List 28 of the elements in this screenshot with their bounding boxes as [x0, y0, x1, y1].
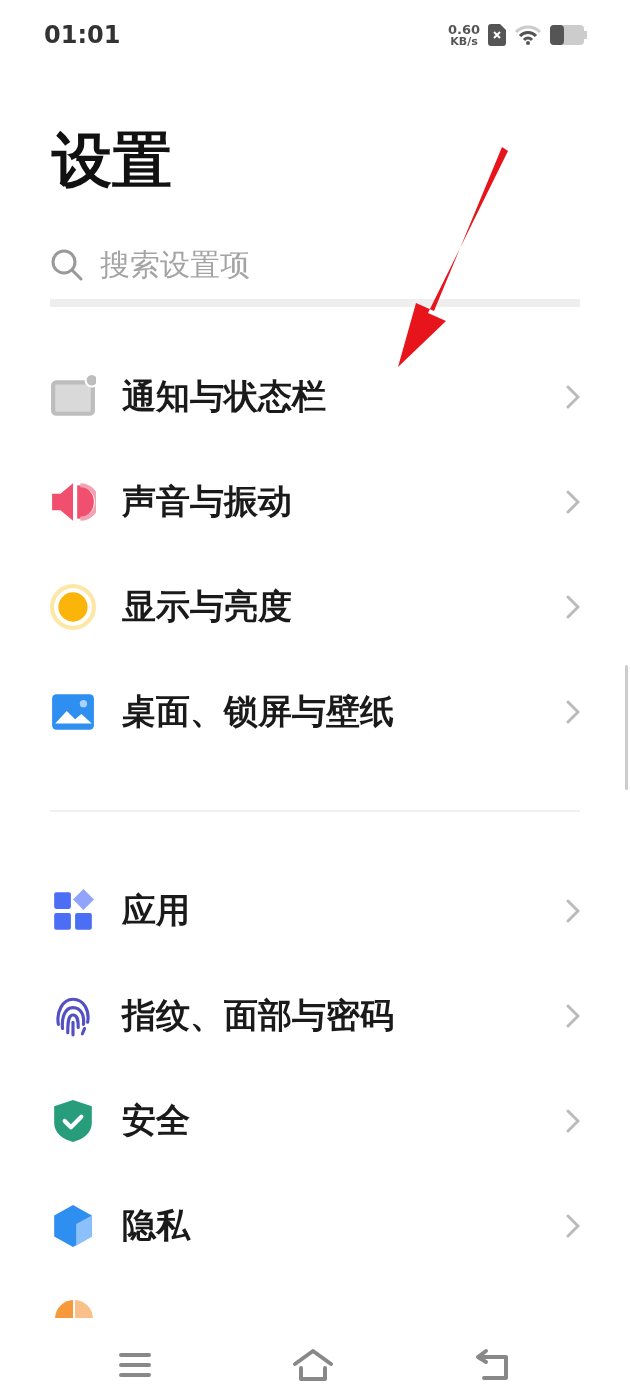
chevron-icon — [566, 898, 580, 923]
settings-item[interactable]: 隐私 — [50, 1173, 580, 1278]
settings-item[interactable]: 显示与亮度 — [50, 554, 580, 659]
wifi-icon — [514, 25, 542, 45]
settings-item[interactable]: 声音与振动 — [50, 449, 580, 554]
search-field[interactable]: 搜索设置项 — [100, 242, 400, 287]
battery-icon — [550, 25, 588, 45]
storage-icon — [54, 1300, 94, 1318]
home-icon[interactable] — [292, 1348, 334, 1382]
chevron-icon — [566, 1213, 580, 1238]
menu-icon[interactable] — [118, 1351, 152, 1379]
settings-item[interactable]: 桌面、锁屏与壁纸 — [50, 659, 580, 764]
page-title: 设置 — [52, 130, 173, 190]
search-icon — [50, 247, 84, 282]
chevron-icon — [566, 489, 580, 514]
chevron-icon — [566, 699, 580, 724]
settings-item[interactable]: 应用 — [50, 858, 580, 963]
settings-item[interactable]: 指纹、面部与密码 — [50, 963, 580, 1068]
settings-item[interactable]: 安全 — [50, 1068, 580, 1173]
status-time: 01:01 — [44, 20, 121, 51]
chevron-icon — [566, 594, 580, 619]
chevron-icon — [566, 1003, 580, 1028]
settings-item[interactable]: 通知与状态栏 — [50, 344, 580, 449]
brightness-icon — [50, 583, 96, 630]
chevron-icon — [566, 1108, 580, 1133]
sim-icon — [488, 24, 506, 46]
chevron-icon — [566, 384, 580, 409]
network-speed: 0.60 KB/s — [447, 23, 480, 47]
